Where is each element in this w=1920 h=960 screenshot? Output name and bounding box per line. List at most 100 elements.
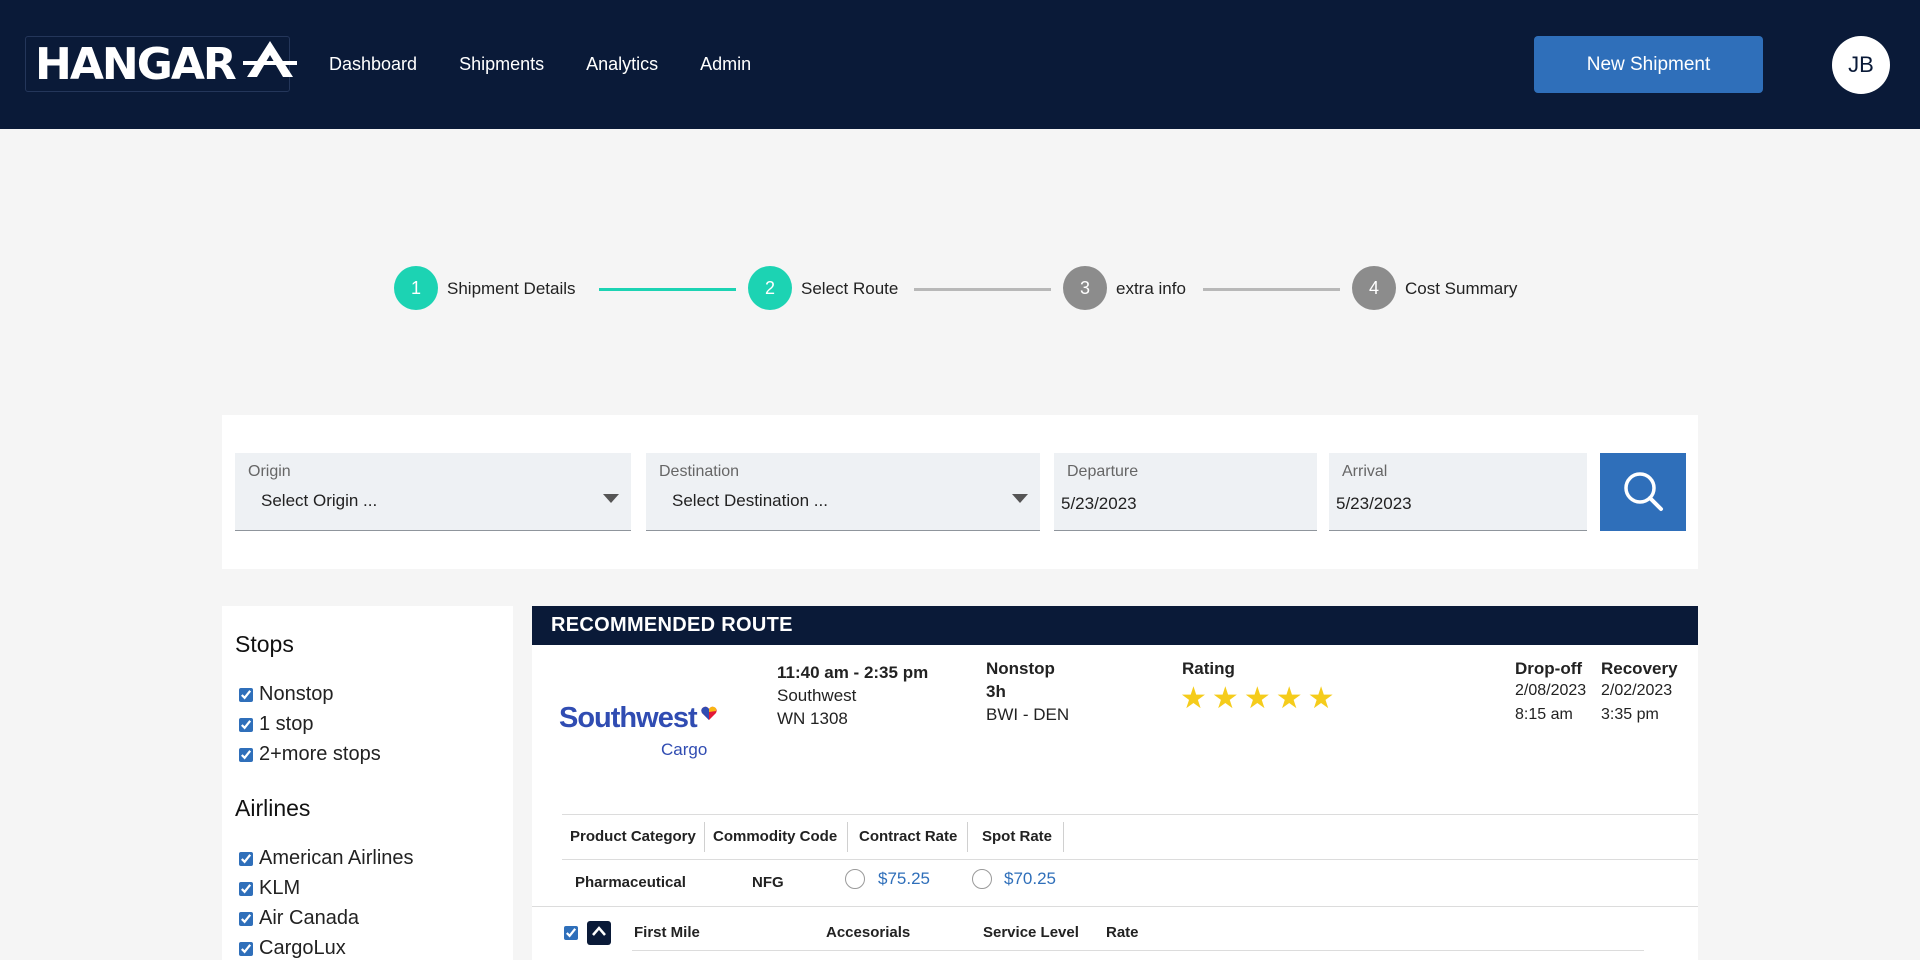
service-level-header: Service Level (983, 924, 1079, 941)
spot-rate-radio[interactable] (972, 869, 992, 889)
filter-2-plus-stops[interactable]: 2+more stops (239, 743, 381, 766)
filter-klm[interactable]: KLM (239, 877, 300, 900)
recovery-time: 3:35 pm (1601, 706, 1659, 723)
filter-american-airlines[interactable]: American Airlines (239, 847, 414, 870)
table-header-divider (562, 859, 1698, 860)
destination-label: Destination (659, 463, 740, 480)
step-2-label: Select Route (801, 279, 899, 298)
arrival-label: Arrival (1342, 463, 1388, 480)
star-icon: ★ (1275, 682, 1303, 715)
filter-cargolux[interactable]: CargoLux (239, 937, 346, 960)
recovery-date: 2/02/2023 (1601, 682, 1673, 699)
col-commodity-code: Commodity Code (713, 828, 838, 845)
step-connector-3 (1203, 288, 1340, 291)
dropoff-date: 2/08/2023 (1515, 682, 1587, 699)
filter-1-stop[interactable]: 1 stop (239, 713, 313, 736)
search-button[interactable] (1600, 453, 1686, 531)
klm-label: KLM (259, 877, 301, 899)
nav-dashboard[interactable]: Dashboard (329, 54, 417, 75)
nav-admin[interactable]: Admin (700, 54, 751, 75)
arrival-value: 5/23/2023 (1336, 494, 1412, 513)
recommended-route-heading: RECOMMENDED ROUTE (532, 606, 1698, 645)
col-contract-rate: Contract Rate (859, 828, 958, 845)
airlines-filter-title: Airlines (235, 795, 311, 821)
col-separator (847, 822, 848, 852)
flight-duration: 3h (986, 682, 1006, 701)
air-canada-checkbox[interactable] (239, 911, 253, 926)
spot-rate-value: $70.25 (1004, 869, 1056, 888)
nonstop-checkbox[interactable] (239, 687, 253, 702)
col-separator (967, 822, 968, 852)
flight-time-range: 11:40 am - 2:35 pm (777, 663, 929, 682)
rating-stars: ★ ★ ★ ★ ★ (1180, 684, 1340, 714)
american-airlines-label: American Airlines (259, 847, 414, 869)
first-mile-checkbox[interactable] (564, 926, 578, 940)
chevron-down-icon (1012, 494, 1028, 503)
klm-checkbox[interactable] (239, 881, 253, 896)
origin-value: Select Origin ... (261, 491, 378, 510)
step-2-circle[interactable]: 2 (748, 266, 792, 310)
nav-analytics[interactable]: Analytics (586, 54, 658, 75)
origin-label: Origin (248, 463, 291, 480)
recommended-route-card[interactable]: RECOMMENDED ROUTE Southwest Cargo 11:40 … (532, 606, 1698, 960)
step-3-circle[interactable]: 3 (1063, 266, 1107, 310)
new-shipment-button[interactable]: New Shipment (1534, 36, 1763, 93)
step-connector-1 (599, 288, 736, 291)
main-nav: Dashboard Shipments Analytics Admin (329, 0, 793, 129)
stops-filter-title: Stops (235, 631, 294, 657)
american-airlines-checkbox[interactable] (239, 851, 253, 866)
one-stop-label: 1 stop (259, 713, 314, 735)
hangar-logo[interactable]: HANGAR (25, 36, 297, 92)
air-canada-label: Air Canada (259, 907, 360, 929)
col-separator (1063, 822, 1064, 852)
step-1-circle[interactable]: 1 (394, 266, 438, 310)
southwest-logo-sub: Cargo (661, 740, 708, 759)
destination-value: Select Destination ... (672, 491, 828, 510)
first-mile-divider (632, 950, 1644, 951)
nav-shipments[interactable]: Shipments (459, 54, 544, 75)
search-icon (1622, 470, 1664, 515)
one-stop-checkbox[interactable] (239, 717, 253, 732)
departure-label: Departure (1067, 463, 1139, 480)
table-top-divider (562, 814, 1698, 815)
logo-text: HANGAR (35, 38, 237, 90)
two-plus-stops-label: 2+more stops (259, 743, 381, 765)
filter-air-canada[interactable]: Air Canada (239, 907, 359, 930)
cargolux-label: CargoLux (259, 937, 346, 959)
dropoff-label: Drop-off (1515, 659, 1583, 678)
step-1-label: Shipment Details (447, 279, 576, 298)
logo-a-mark-icon (242, 39, 297, 90)
product-category-value: Pharmaceutical (575, 874, 686, 891)
arrival-date-field[interactable]: Arrival 5/23/2023 (1329, 453, 1587, 531)
first-mile-collapse-button[interactable] (587, 921, 611, 945)
airlines-filter: Airlines American Airlines KLM Air Canad… (222, 772, 513, 960)
southwest-cargo-logo: Southwest Cargo (559, 702, 717, 759)
departure-value: 5/23/2023 (1061, 494, 1137, 513)
flight-number: WN 1308 (777, 709, 848, 728)
stops-filter: Stops Nonstop 1 stop 2+more stops (222, 606, 513, 772)
destination-select[interactable]: Destination Select Destination ... (646, 453, 1040, 531)
star-icon: ★ (1307, 682, 1335, 715)
col-separator (704, 822, 705, 852)
cargolux-checkbox[interactable] (239, 941, 253, 956)
commodity-code-value: NFG (752, 874, 784, 891)
top-navbar: HANGAR Dashboard Shipments Analytics Adm… (0, 0, 1920, 129)
star-icon: ★ (1243, 682, 1271, 715)
chevron-down-icon (603, 494, 619, 503)
stops-type: Nonstop (986, 659, 1055, 678)
rate-header: Rate (1106, 924, 1139, 941)
route-search-panel: Origin Select Origin ... Destination Sel… (222, 415, 1698, 569)
first-mile-header: First Mile (634, 924, 700, 941)
two-plus-stops-checkbox[interactable] (239, 747, 253, 762)
user-avatar[interactable]: JB (1832, 36, 1890, 94)
southwest-logo-word: Southwest (559, 702, 698, 734)
contract-rate-radio[interactable] (845, 869, 865, 889)
departure-date-field[interactable]: Departure 5/23/2023 (1054, 453, 1317, 531)
contract-rate-value: $75.25 (878, 869, 930, 888)
filter-nonstop[interactable]: Nonstop (239, 683, 334, 706)
step-connector-2 (914, 288, 1051, 291)
origin-select[interactable]: Origin Select Origin ... (235, 453, 631, 531)
step-4-circle[interactable]: 4 (1352, 266, 1396, 310)
southwest-heart-icon (701, 706, 717, 731)
table-bottom-divider (532, 906, 1698, 907)
